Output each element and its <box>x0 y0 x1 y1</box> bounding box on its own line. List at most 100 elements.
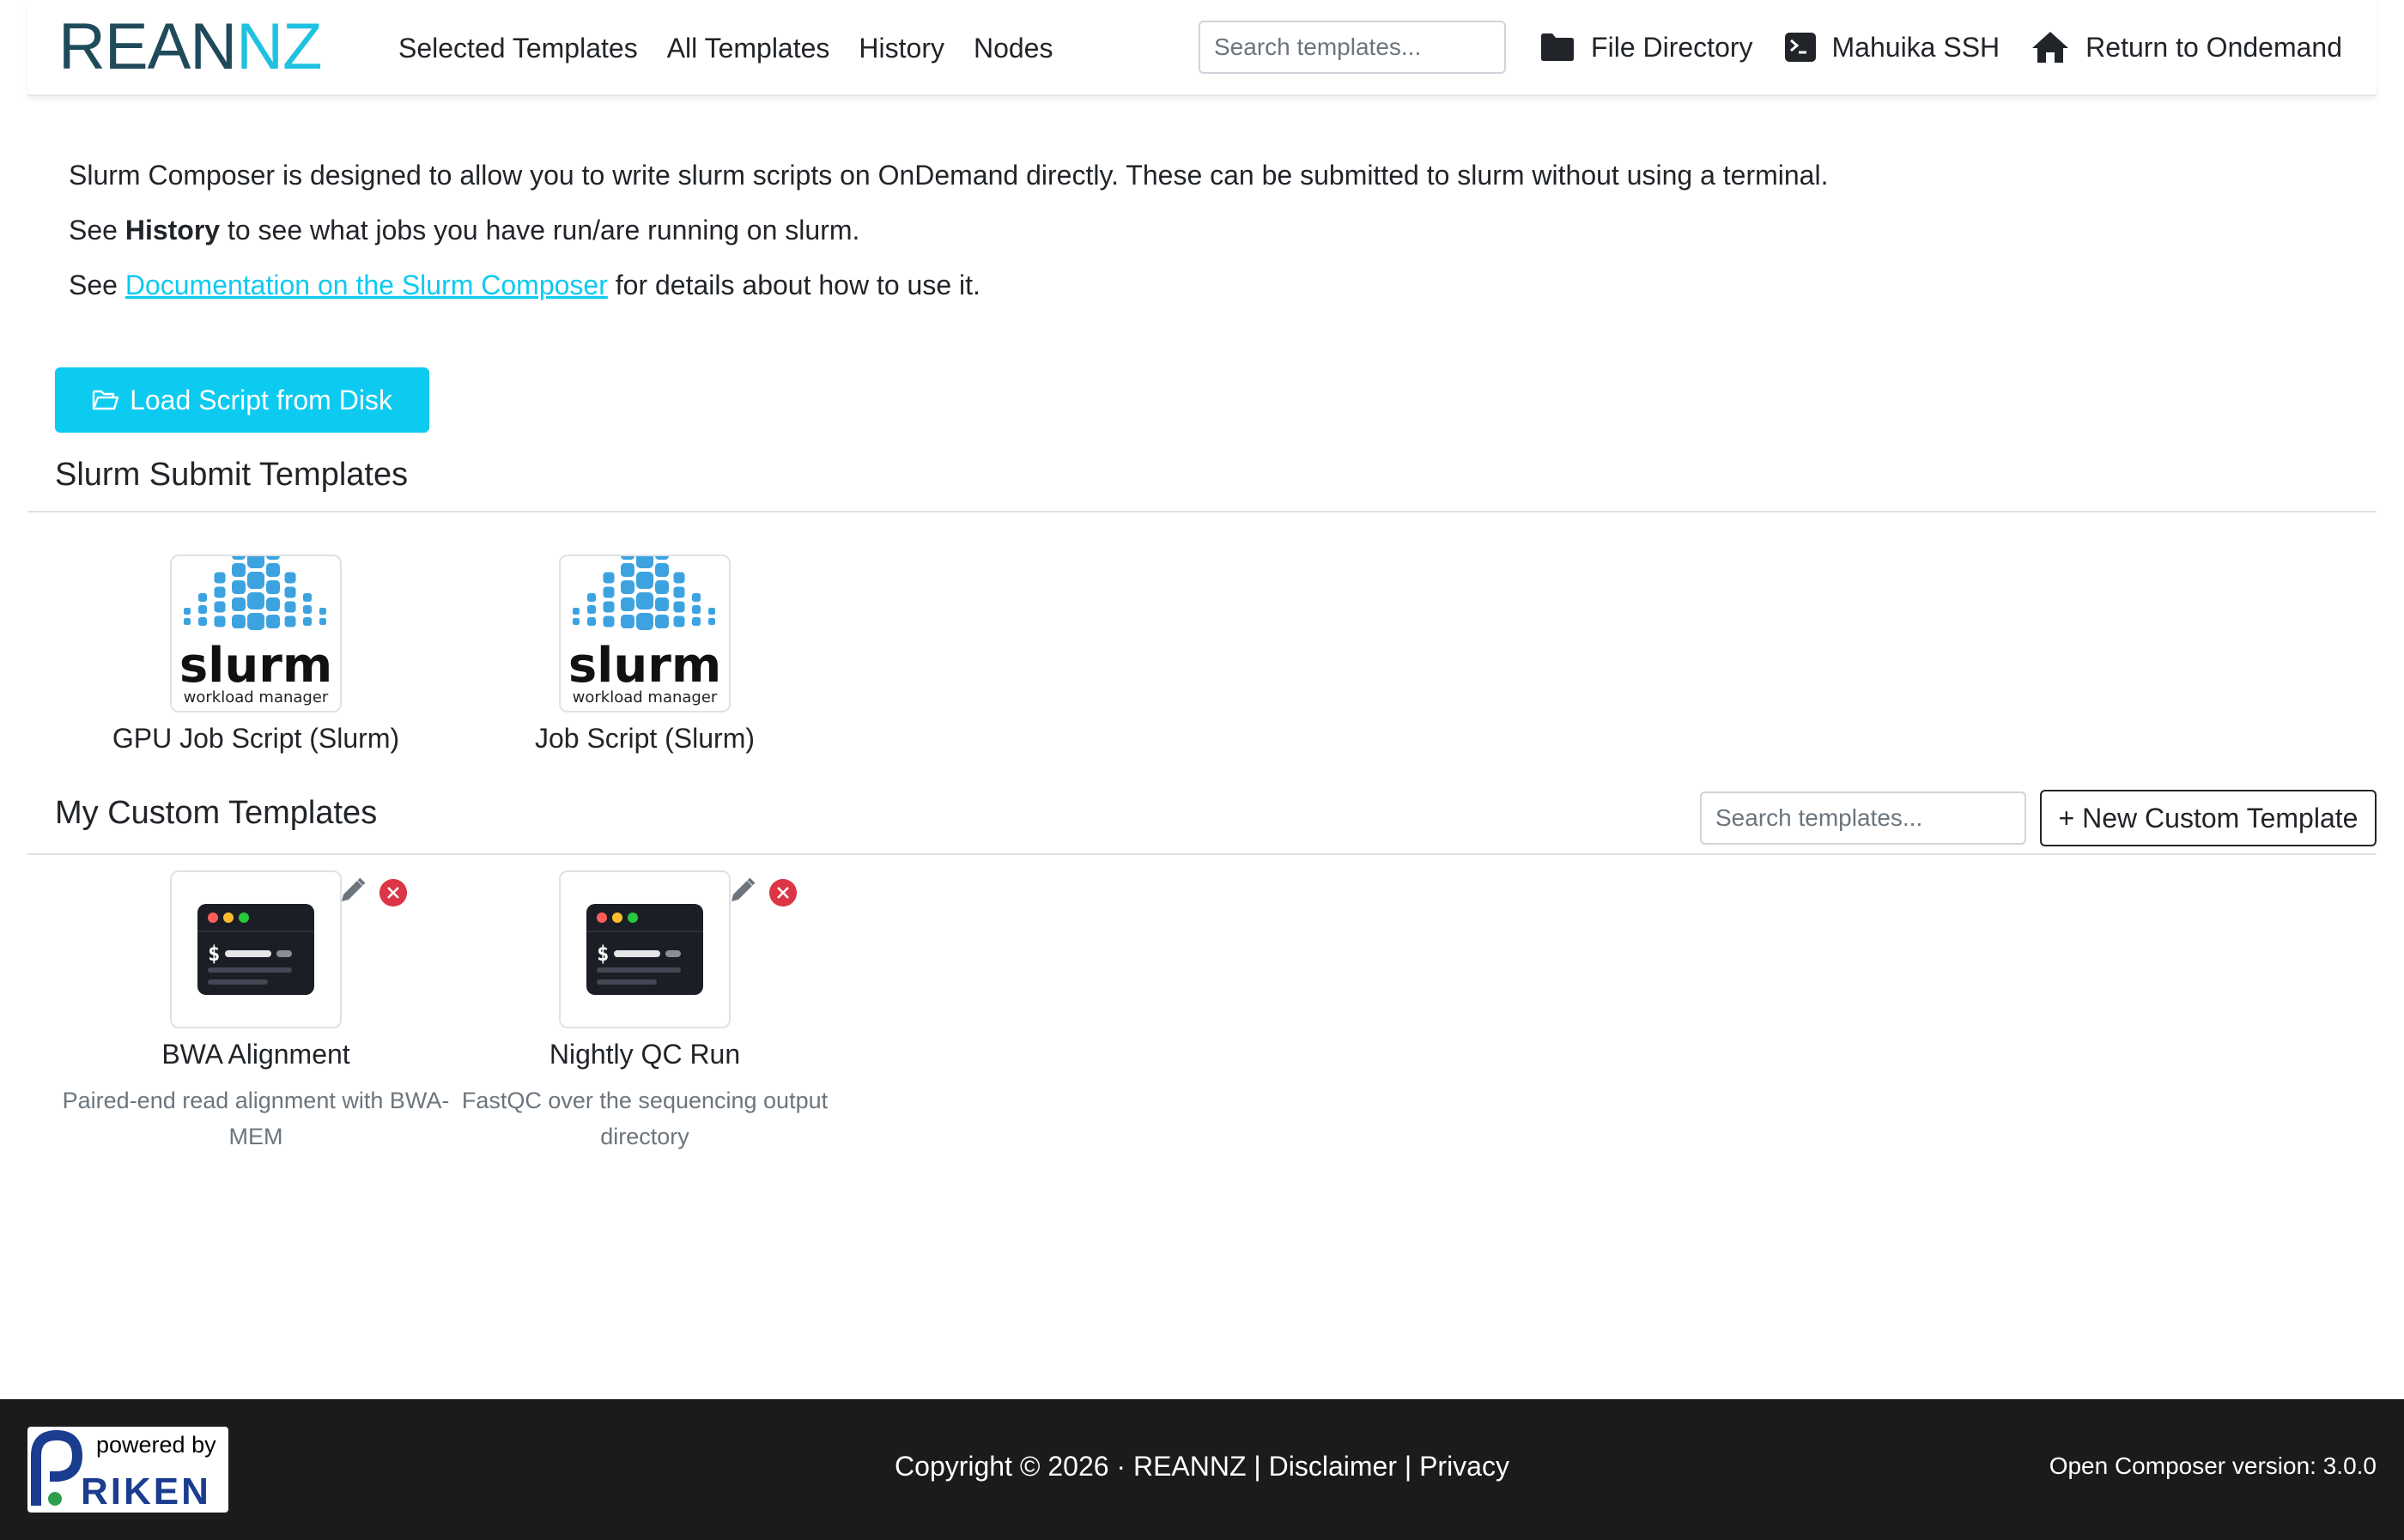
window-min-dot <box>223 912 234 923</box>
footer: powered by RIKEN Copyright © 2026 · REAN… <box>0 1399 2404 1540</box>
nav-search-input[interactable] <box>1199 21 1506 74</box>
slurm-logo-dot <box>587 605 596 614</box>
reannz-logo[interactable]: REANNZ <box>58 17 367 76</box>
intro-history-bold: History <box>124 215 221 246</box>
slurm-logo-dot <box>587 617 596 626</box>
template-description: Paired-end read alignment with BWA-MEM <box>62 1088 450 1149</box>
terminal-arg-bar <box>665 950 681 957</box>
slurm-logo-dot <box>266 556 280 560</box>
custom-search-input[interactable] <box>1700 791 2026 845</box>
slurm-logo-dot <box>303 605 312 614</box>
slurm-logo-dot <box>284 586 296 598</box>
custom-section-divider <box>27 853 2377 855</box>
template-thumbnail[interactable]: $ <box>559 870 731 1028</box>
slurm-logo-dot <box>284 615 296 628</box>
window-min-dot <box>612 912 622 923</box>
slurm-logo-dot <box>232 556 246 560</box>
slurm-logo-dot <box>621 615 634 628</box>
slurm-logo-dot <box>198 605 207 614</box>
slurm-logo-dot <box>636 592 653 609</box>
template-thumbnail[interactable]: slurm workload manager <box>559 555 731 712</box>
template-thumbnail[interactable]: $ <box>170 870 342 1028</box>
slurm-logo-dot <box>214 572 226 584</box>
terminal-output-bar <box>208 979 268 985</box>
slurm-logo-dot <box>655 580 669 594</box>
slurm-logo-dot <box>303 617 312 626</box>
edit-template-bwa-icon[interactable] <box>337 876 367 906</box>
documentation-link[interactable]: Documentation on the Slurm Composer <box>125 270 608 300</box>
nav-history[interactable]: History <box>859 26 944 70</box>
slurm-logo-dot <box>247 592 264 609</box>
footer-privacy-link[interactable]: Privacy <box>1419 1451 1509 1482</box>
new-custom-template-button[interactable]: + New Custom Template <box>2040 790 2377 846</box>
slurm-logo-dot <box>198 593 207 602</box>
mahuika-ssh-link[interactable]: Mahuika SSH <box>1784 32 2000 64</box>
intro-line-3-post: for details about how to use it. <box>607 270 980 300</box>
delete-template-nightly-qc-icon[interactable] <box>769 879 797 906</box>
footer-disclaimer-link[interactable]: Disclaimer <box>1269 1451 1397 1482</box>
terminal-command-bar <box>225 950 271 957</box>
file-directory-link[interactable]: File Directory <box>1539 31 1753 64</box>
intro-line-2: See History to see what jobs you have ru… <box>69 215 2215 246</box>
slurm-logo-dot <box>636 556 653 568</box>
nav-selected-templates[interactable]: Selected Templates <box>398 26 638 70</box>
slurm-logo-dot <box>232 615 246 628</box>
slurm-wordmark: slurm <box>179 638 332 694</box>
slurm-logo-dot <box>621 563 634 577</box>
page: REANNZ Selected Templates All Templates … <box>27 0 2377 1399</box>
load-script-label: Load Script from Disk <box>130 384 392 415</box>
slurm-logo-dot <box>266 597 280 611</box>
nav-actions: File Directory Mahuika SSH Return to Ond… <box>1539 22 2342 72</box>
slurm-logo-dot <box>214 586 226 598</box>
template-title[interactable]: BWA Alignment <box>50 1039 462 1070</box>
slurm-logo-dot <box>708 618 715 625</box>
slurm-logo-dot <box>621 580 634 594</box>
template-thumbnail[interactable]: slurm workload manager <box>170 555 342 712</box>
file-directory-label: File Directory <box>1591 31 1753 63</box>
slurm-logo-dot <box>673 601 685 613</box>
nav-all-templates[interactable]: All Templates <box>667 26 830 70</box>
intro-line-3: See Documentation on the Slurm Composer … <box>69 270 2215 300</box>
slurm-logo-dot <box>655 556 669 560</box>
template-card-gpu-job[interactable]: slurm workload manager GPU Job Script (Sl… <box>50 555 462 755</box>
return-ondemand-link[interactable]: Return to Ondemand <box>2031 30 2342 64</box>
mahuika-ssh-label: Mahuika SSH <box>1831 31 2000 63</box>
template-card-job[interactable]: slurm workload manager Job Script (Slurm) <box>439 555 851 755</box>
custom-template-card-bwa[interactable]: $ BWA Alignment Paired-end read alignmen… <box>50 870 462 1155</box>
slurm-logo-dot <box>673 572 685 584</box>
slurm-logo-dot <box>247 572 264 589</box>
delete-template-bwa-icon[interactable] <box>379 879 407 906</box>
window-close-dot <box>208 912 218 923</box>
slurm-logo-dot <box>655 597 669 611</box>
nav-nodes[interactable]: Nodes <box>974 26 1053 70</box>
load-script-button[interactable]: Load Script from Disk <box>55 367 429 433</box>
slurm-logo-dot <box>247 556 264 568</box>
template-description: FastQC over the sequencing output direct… <box>461 1088 829 1149</box>
slurm-section-title: Slurm Submit Templates <box>55 457 409 493</box>
template-title[interactable]: Nightly QC Run <box>439 1039 851 1070</box>
slurm-logo-dot <box>266 563 280 577</box>
custom-template-card-nightly-qc[interactable]: $ Nightly QC Run FastQC over the sequenc… <box>439 870 851 1155</box>
window-max-dot <box>239 912 249 923</box>
folder-icon <box>1541 33 1575 61</box>
terminal-output-bar <box>597 979 657 985</box>
template-title[interactable]: Job Script (Slurm) <box>439 723 851 755</box>
slurm-logo-dot <box>655 615 669 628</box>
intro-line-2-post: to see what jobs you have run/are runnin… <box>220 215 860 246</box>
slurm-logo-dot <box>603 615 615 628</box>
terminal-command-bar <box>614 950 660 957</box>
slurm-logo-dot <box>319 608 326 615</box>
slurm-logo-dot <box>708 608 715 615</box>
slurm-logo-dot <box>184 608 191 615</box>
slurm-logo-dot <box>232 597 246 611</box>
footer-separator: | <box>1396 1451 1420 1482</box>
terminal-prompt: $ <box>208 942 220 966</box>
slurm-logo-dot <box>247 613 264 630</box>
brand-text: REANNZ <box>58 17 321 76</box>
slurm-section-divider <box>27 511 2377 512</box>
edit-template-nightly-qc-icon[interactable] <box>726 876 757 906</box>
slurm-logo-dot <box>692 617 701 626</box>
home-icon <box>2032 32 2069 63</box>
intro-line-1: Slurm Composer is designed to allow you … <box>69 160 1829 191</box>
template-title[interactable]: GPU Job Script (Slurm) <box>50 723 462 755</box>
